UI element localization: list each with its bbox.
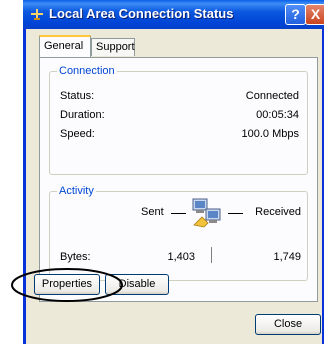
help-button[interactable]: ?: [285, 4, 306, 25]
status-row: Status: Connected: [60, 90, 299, 104]
network-computers-icon: [192, 198, 221, 228]
speed-row: Speed: 100.0 Mbps: [60, 128, 299, 142]
status-value: Connected: [245, 90, 299, 102]
received-label: Received: [255, 206, 301, 218]
bytes-label: Bytes:: [60, 251, 91, 263]
network-connection-icon: [31, 9, 43, 20]
bytes-sent-value: 1,403: [167, 251, 195, 263]
close-button[interactable]: Close: [255, 314, 321, 335]
speed-value: 100.0 Mbps: [241, 128, 299, 140]
bytes-separator: [211, 247, 212, 263]
tab-support[interactable]: Support: [91, 38, 135, 56]
connection-group: Connection Status: Connected Duration: 0…: [49, 65, 308, 175]
bytes-received-value: 1,749: [273, 251, 301, 263]
title-bar[interactable]: Local Area Connection Status ? X: [23, 0, 324, 29]
duration-label: Duration:: [60, 109, 105, 121]
duration-value: 00:05:34: [256, 109, 299, 121]
close-window-button[interactable]: X: [305, 4, 324, 25]
window-title: Local Area Connection Status: [49, 6, 234, 21]
tab-general[interactable]: General: [39, 35, 91, 57]
activity-group-title: Activity: [57, 185, 96, 197]
connection-group-title: Connection: [57, 65, 117, 77]
duration-row: Duration: 00:05:34: [60, 109, 299, 123]
speed-label: Speed:: [60, 128, 95, 140]
highlight-ellipse: [11, 268, 123, 302]
sent-divider: [171, 213, 186, 214]
status-label: Status:: [60, 90, 95, 102]
sent-label: Sent: [141, 206, 164, 218]
received-divider: [228, 213, 243, 214]
